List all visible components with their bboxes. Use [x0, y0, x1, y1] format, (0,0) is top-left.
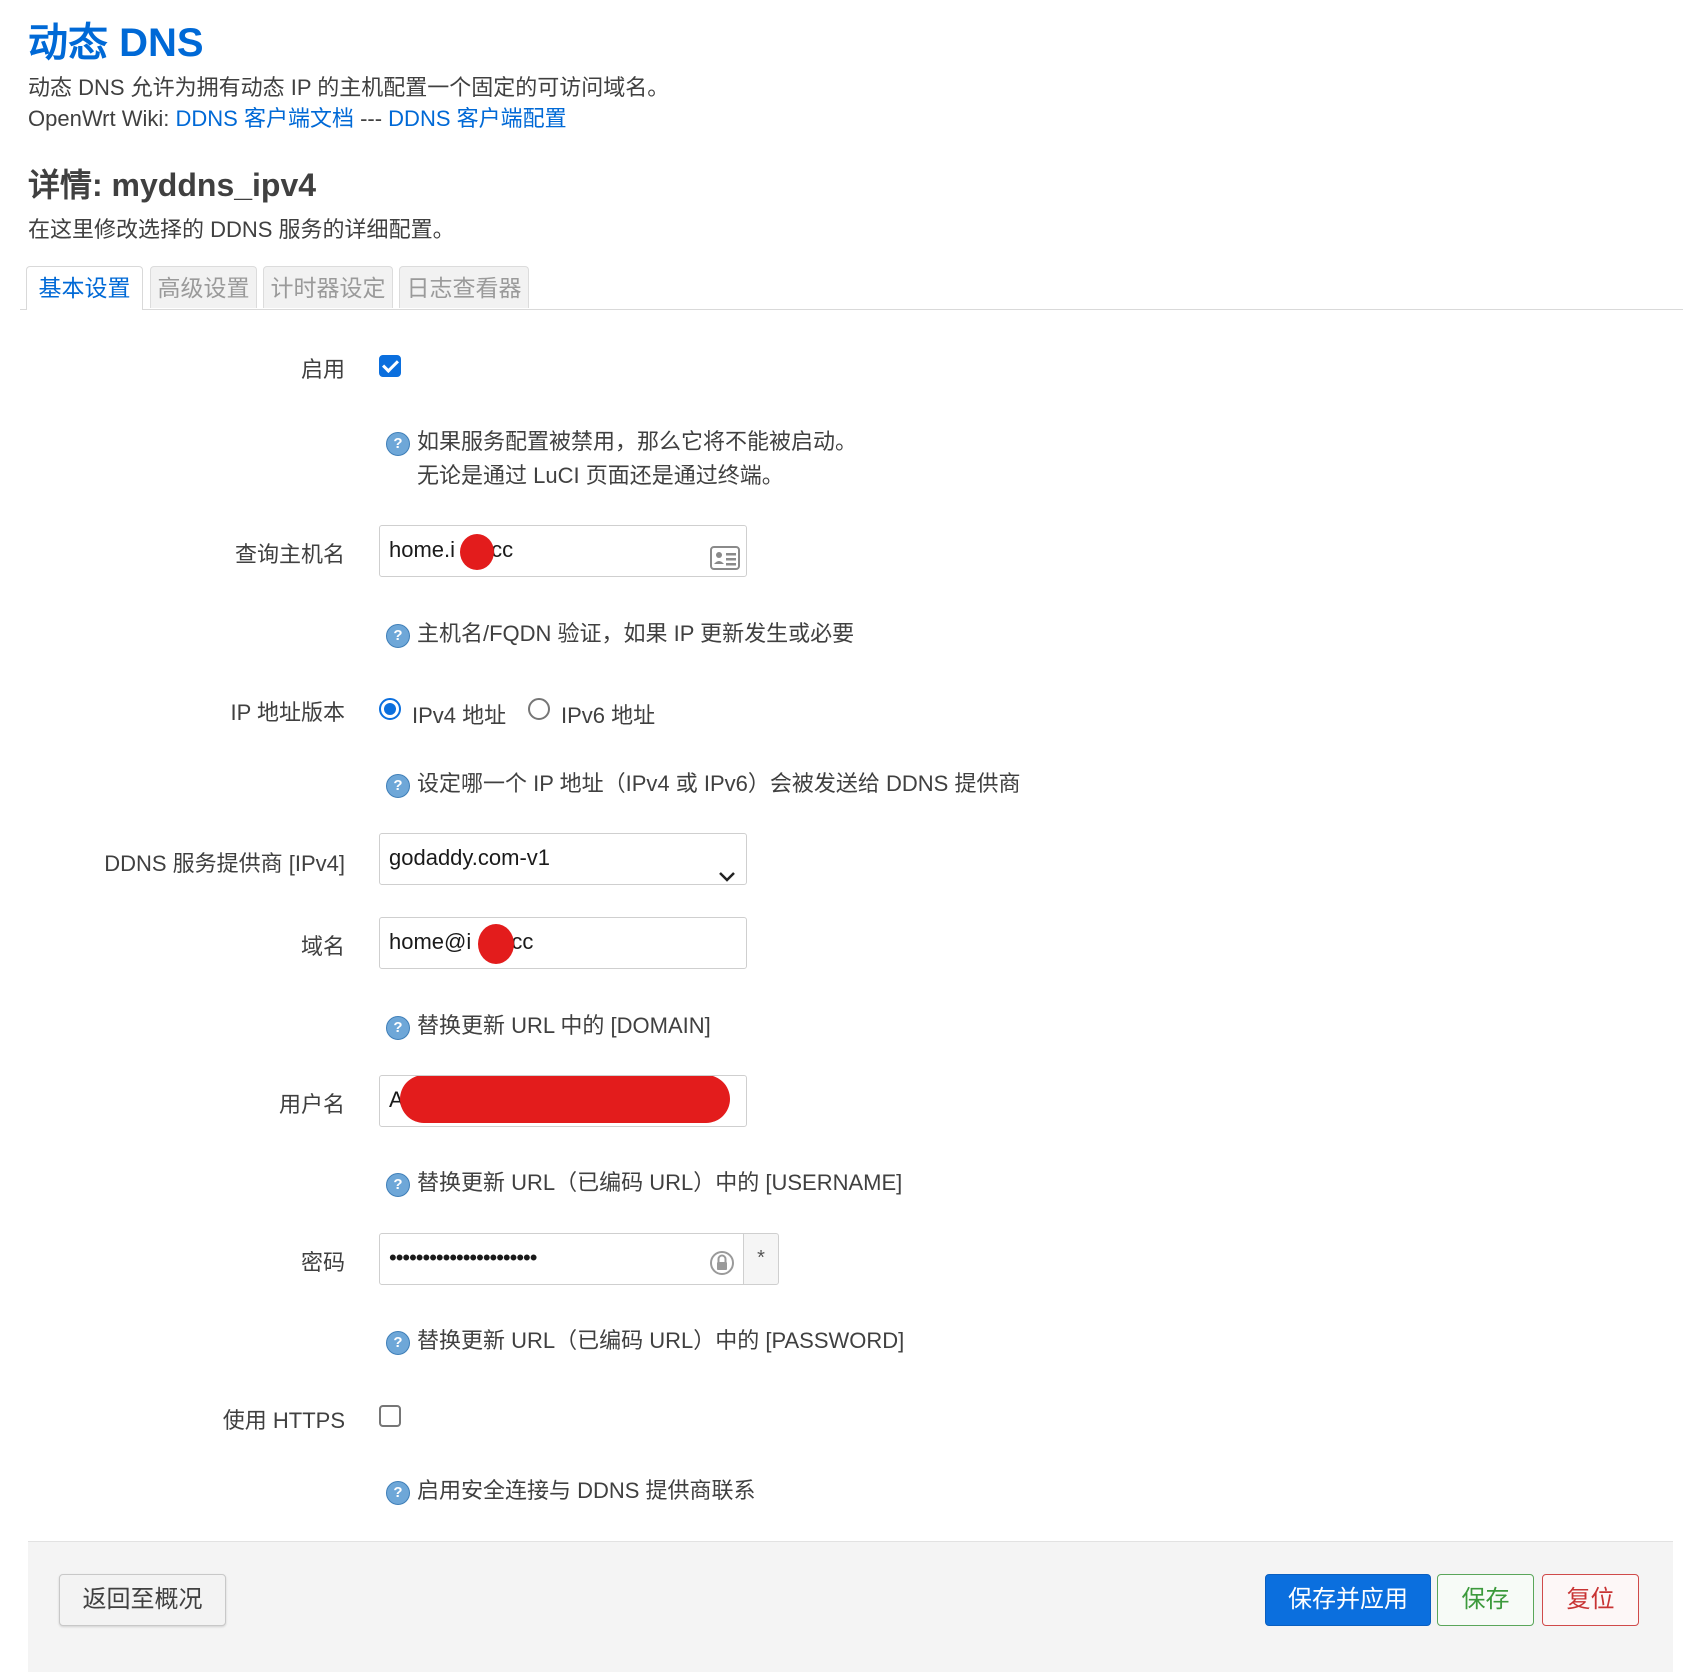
- help-icon: ?: [386, 1016, 410, 1040]
- password-label: 密码: [300, 1250, 345, 1275]
- lock-icon: [709, 1246, 735, 1284]
- password-value: ••••••••••••••••••••••: [389, 1245, 537, 1270]
- redaction-mark: [478, 924, 514, 964]
- use-https-hint: ? 启用安全连接与 DDNS 提供商联系: [386, 1474, 756, 1508]
- ip-version-hint-text: 设定哪一个 IP 地址（IPv4 或 IPv6）会被发送给 DDNS 提供商: [417, 771, 1021, 796]
- section-title: 详情: myddns_ipv4: [28, 167, 317, 203]
- page-title: 动态 DNS: [28, 21, 204, 65]
- tab-timer-settings[interactable]: 计时器设定: [263, 266, 393, 308]
- chevron-down-icon: [718, 852, 736, 884]
- enable-label: 启用: [300, 357, 345, 382]
- tab-bar: 基本设置 高级设置 计时器设定 日志查看器: [20, 266, 1683, 310]
- tab-log-viewer[interactable]: 日志查看器: [399, 266, 529, 308]
- redaction-mark: [460, 534, 494, 570]
- ip-version-label: IP 地址版本: [230, 700, 345, 725]
- wiki-prefix: OpenWrt Wiki:: [28, 106, 176, 131]
- page-intro: 动态 DNS 允许为拥有动态 IP 的主机配置一个固定的可访问域名。 OpenW…: [28, 72, 669, 134]
- password-input[interactable]: ••••••••••••••••••••••: [379, 1233, 744, 1285]
- username-label: 用户名: [278, 1092, 345, 1117]
- tab-basic-settings[interactable]: 基本设置: [26, 266, 143, 310]
- save-and-apply-button[interactable]: 保存并应用: [1265, 1574, 1431, 1626]
- domain-input[interactable]: home@i .cc: [379, 917, 747, 969]
- section-description: 在这里修改选择的 DDNS 服务的详细配置。: [28, 217, 455, 242]
- ipv4-radio-label[interactable]: IPv4 地址: [412, 698, 506, 730]
- contact-card-icon: [710, 539, 740, 576]
- help-icon: ?: [386, 1331, 410, 1355]
- help-icon: ?: [386, 432, 410, 456]
- username-hint-text: 替换更新 URL（已编码 URL）中的 [USERNAME]: [417, 1170, 903, 1195]
- reset-button[interactable]: 复位: [1542, 1574, 1639, 1626]
- domain-value-start: home@i: [389, 929, 472, 954]
- enable-hint: ? 如果服务配置被禁用，那么它将不能被启动。 无论是通过 LuCI 页面还是通过终…: [386, 425, 857, 493]
- reveal-password-button[interactable]: *: [743, 1233, 779, 1285]
- back-to-overview-button[interactable]: 返回至概况: [59, 1574, 226, 1626]
- ipv6-radio-label[interactable]: IPv6 地址: [561, 698, 655, 730]
- username-input[interactable]: A: [379, 1075, 747, 1127]
- enable-hint-line2: 无论是通过 LuCI 页面还是通过终端。: [417, 463, 784, 488]
- ddns-client-docs-link[interactable]: DDNS 客户端文档: [176, 106, 354, 131]
- help-icon: ?: [386, 774, 410, 798]
- enable-hint-line1: 如果服务配置被禁用，那么它将不能被启动。: [417, 429, 858, 454]
- wiki-links: OpenWrt Wiki: DDNS 客户端文档 --- DDNS 客户端配置: [28, 103, 669, 134]
- help-icon: ?: [386, 624, 410, 648]
- use-https-hint-text: 启用安全连接与 DDNS 提供商联系: [417, 1478, 756, 1503]
- ddns-provider-select[interactable]: godaddy.com-v1: [379, 833, 747, 885]
- lookup-hostname-label: 查询主机名: [234, 542, 345, 567]
- password-hint: ? 替换更新 URL（已编码 URL）中的 [PASSWORD]: [386, 1324, 904, 1358]
- ipv6-radio[interactable]: [528, 698, 550, 720]
- save-button[interactable]: 保存: [1437, 1574, 1534, 1626]
- redaction-mark: [400, 1076, 730, 1123]
- ddns-provider-label: DDNS 服务提供商 [IPv4]: [104, 851, 345, 876]
- use-https-checkbox[interactable]: [379, 1405, 401, 1427]
- ddns-client-config-link[interactable]: DDNS 客户端配置: [388, 106, 566, 131]
- lookup-hostname-hint: ? 主机名/FQDN 验证，如果 IP 更新发生或必要: [386, 617, 854, 651]
- enable-checkbox[interactable]: [379, 355, 401, 377]
- help-icon: ?: [386, 1173, 410, 1197]
- ddns-provider-value: godaddy.com-v1: [389, 845, 551, 870]
- domain-hint: ? 替换更新 URL 中的 [DOMAIN]: [386, 1009, 711, 1043]
- help-icon: ?: [386, 1481, 410, 1505]
- ip-version-hint: ? 设定哪一个 IP 地址（IPv4 或 IPv6）会被发送给 DDNS 提供商: [386, 767, 1020, 801]
- username-hint: ? 替换更新 URL（已编码 URL）中的 [USERNAME]: [386, 1166, 902, 1200]
- password-hint-text: 替换更新 URL（已编码 URL）中的 [PASSWORD]: [417, 1328, 905, 1353]
- domain-label: 域名: [300, 934, 345, 959]
- lookup-hostname-input[interactable]: home.i .cc: [379, 525, 747, 577]
- domain-hint-text: 替换更新 URL 中的 [DOMAIN]: [417, 1013, 711, 1038]
- lookup-hostname-value-start: home.i: [389, 537, 456, 562]
- action-bar: 返回至概况 保存并应用 保存 复位: [28, 1541, 1673, 1672]
- lookup-hostname-hint-text: 主机名/FQDN 验证，如果 IP 更新发生或必要: [417, 621, 855, 646]
- use-https-label: 使用 HTTPS: [222, 1408, 345, 1433]
- page-description: 动态 DNS 允许为拥有动态 IP 的主机配置一个固定的可访问域名。: [28, 75, 670, 100]
- wiki-separator: ---: [353, 106, 389, 131]
- ipv4-radio[interactable]: [379, 698, 401, 720]
- tab-advanced-settings[interactable]: 高级设置: [150, 266, 257, 308]
